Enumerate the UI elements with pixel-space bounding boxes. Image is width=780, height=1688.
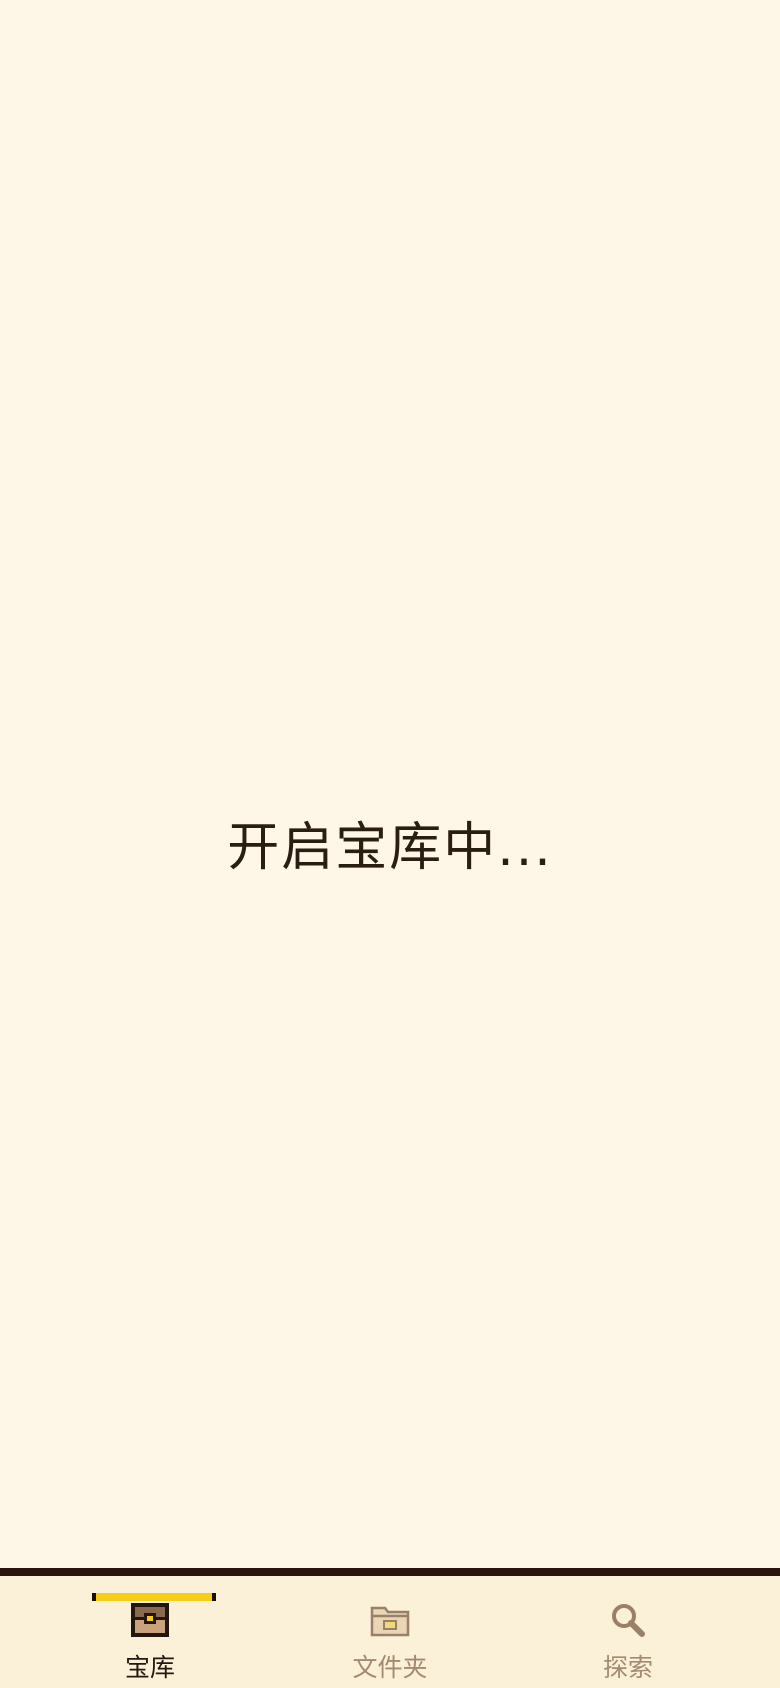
tab-folders-label: 文件夹 (352, 1653, 428, 1682)
tab-explore-label: 探索 (602, 1653, 653, 1682)
main-content: 开启宝库中... (0, 0, 780, 1568)
folder-icon (370, 1606, 410, 1637)
tab-folders[interactable]: 文件夹 (270, 1576, 510, 1688)
active-tab-indicator (92, 1593, 216, 1601)
tab-vault[interactable]: 宝库 (30, 1576, 270, 1688)
bottom-tab-bar: 宝库 文件夹 探索 (0, 1568, 780, 1688)
treasure-chest-icon (131, 1603, 169, 1637)
loading-message: 开启宝库中... (227, 818, 553, 878)
tab-vault-label: 宝库 (124, 1653, 175, 1682)
search-icon (612, 1604, 645, 1637)
tab-explore[interactable]: 探索 (508, 1576, 748, 1688)
